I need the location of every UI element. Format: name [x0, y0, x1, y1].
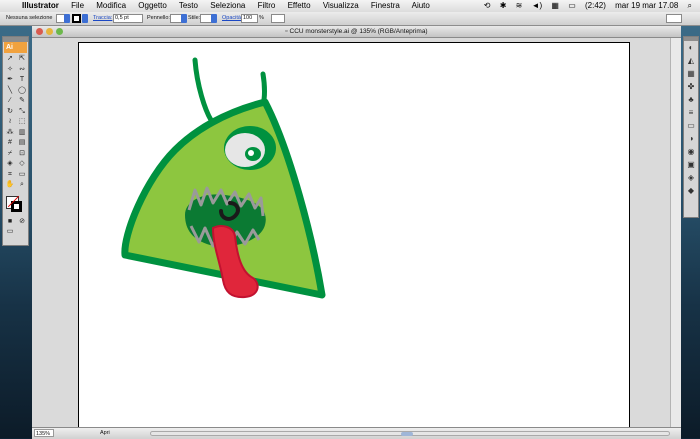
menu-finestra[interactable]: Finestra [371, 1, 400, 10]
eyedropper-tool-icon[interactable]: ⌿ [4, 149, 16, 160]
eraser-tool-icon[interactable]: ▭ [16, 170, 28, 181]
flag-icon[interactable]: ▦ [551, 1, 559, 10]
menu-oggetto[interactable]: Oggetto [138, 1, 166, 10]
paintbrush-tool-icon[interactable]: ∕ [4, 96, 16, 107]
control-bar: Nessuna selezione Traccia: 0,5 pt Pennel… [0, 12, 700, 26]
menu-filtro[interactable]: Filtro [258, 1, 276, 10]
selection-tool-icon[interactable]: ➚ [4, 54, 16, 65]
style-dropdown-icon[interactable] [211, 14, 217, 23]
status-info[interactable]: Apri [100, 428, 110, 439]
zoom-button[interactable] [56, 28, 63, 35]
minimize-button[interactable] [46, 28, 53, 35]
monster-antenna-left [192, 57, 214, 123]
zoom-level-field[interactable]: 135% [34, 429, 54, 437]
layers-panel-icon[interactable]: ◈ [684, 171, 698, 184]
scale-tool-icon[interactable]: ⤡ [16, 107, 28, 118]
ellipse-tool-icon[interactable]: ◯ [16, 86, 28, 97]
time-machine-icon[interactable]: ⟲ [484, 1, 491, 10]
opacity-field[interactable]: 100 [241, 14, 258, 23]
stroke-swatch[interactable] [72, 14, 81, 23]
monster-pupil-highlight [248, 150, 254, 156]
close-button[interactable] [36, 28, 43, 35]
fill-dropdown-icon[interactable] [64, 14, 70, 23]
line-tool-icon[interactable]: ╲ [4, 86, 16, 97]
document-status-bar: 135% Apri [32, 427, 681, 439]
appearance-panel-icon[interactable]: ◉ [684, 145, 698, 158]
vertical-scrollbar[interactable] [670, 38, 681, 427]
none-mode-icon[interactable]: ⊘ [16, 217, 28, 228]
spotlight-icon[interactable]: ⌕ [688, 1, 692, 10]
selection-status: Nessuna selezione [6, 15, 53, 21]
color-panel-icon[interactable]: ◐ [684, 41, 698, 54]
gradient-tool-icon[interactable]: ▤ [16, 138, 28, 149]
horizontal-scroll-thumb[interactable] [401, 432, 413, 436]
direct-selection-tool-icon[interactable]: ⇱ [16, 54, 28, 65]
color-mode-buttons: ■ ⊘ ▭ [3, 216, 28, 239]
artboards-panel-icon[interactable]: ◆ [684, 184, 698, 197]
ai-logo: Ai [4, 42, 27, 53]
opacity-unit: % [259, 15, 264, 21]
magic-wand-tool-icon[interactable]: ✧ [4, 65, 16, 76]
warp-tool-icon[interactable]: ≀ [4, 117, 16, 128]
right-panel-dock: ◐ ◭ ▦ ✤ ♣ ≡ ▭ ◑ ◉ ▣ ◈ ◆ [683, 36, 699, 218]
opacity-label[interactable]: Opacità: [222, 12, 242, 25]
mesh-tool-icon[interactable]: # [4, 138, 16, 149]
graphic-styles-panel-icon[interactable]: ▣ [684, 158, 698, 171]
rotate-tool-icon[interactable]: ↻ [4, 107, 16, 118]
menu-app-name[interactable]: Illustrator [22, 1, 59, 10]
menu-testo[interactable]: Testo [179, 1, 198, 10]
lasso-tool-icon[interactable]: ∾ [16, 65, 28, 76]
pen-tool-icon[interactable]: ✒ [4, 75, 16, 86]
screen-mode-icon[interactable]: ▭ [4, 227, 16, 238]
bluetooth-icon[interactable]: ✱ [500, 1, 507, 10]
gradient-panel-icon[interactable]: ▭ [684, 119, 698, 132]
type-tool-icon[interactable]: T [16, 75, 28, 86]
live-paint-selection-icon[interactable]: ◇ [16, 159, 28, 170]
pencil-tool-icon[interactable]: ✎ [16, 96, 28, 107]
blend-tool-icon[interactable]: ⊡ [16, 149, 28, 160]
brushes-panel-icon[interactable]: ✤ [684, 80, 698, 93]
stroke-weight-field[interactable]: 0,5 pt [113, 14, 143, 23]
menu-aiuto[interactable]: Aiuto [412, 1, 430, 10]
menu-effetto[interactable]: Effetto [288, 1, 311, 10]
zoom-tool-icon[interactable]: ⌕ [16, 180, 28, 191]
fill-stroke-control[interactable] [3, 194, 28, 216]
tools-grid: ➚ ⇱ ✧ ∾ ✒ T ╲ ◯ ∕ ✎ ↻ ⤡ ≀ ⬚ ⁂ ▥ # ▤ ⌿ ⊡ … [3, 53, 28, 192]
swatches-panel-icon[interactable]: ▦ [684, 67, 698, 80]
tools-panel: Ai ➚ ⇱ ✧ ∾ ✒ T ╲ ◯ ∕ ✎ ↻ ⤡ ≀ ⬚ ⁂ ▥ # ▤ ⌿… [2, 36, 29, 246]
monster-artwork[interactable] [85, 40, 345, 310]
document-titlebar: ▫ CCU monsterstyle.ai @ 135% (RGB/Antepr… [32, 26, 681, 38]
color-guide-icon[interactable]: ◭ [684, 54, 698, 67]
battery-time[interactable]: (2:42) [585, 1, 606, 10]
style-label: Stile: [188, 15, 201, 21]
stroke-panel-icon[interactable]: ≡ [684, 106, 698, 119]
stroke-dropdown-icon[interactable] [82, 14, 88, 23]
transparency-panel-icon[interactable]: ◑ [684, 132, 698, 145]
menu-modifica[interactable]: Modifica [96, 1, 126, 10]
battery-icon[interactable]: ▭ [568, 1, 576, 10]
symbol-sprayer-tool-icon[interactable]: ⁂ [4, 128, 16, 139]
clock[interactable]: mar 19 mar 17.08 [615, 1, 678, 10]
menu-list: Illustrator File Modifica Oggetto Testo … [22, 0, 440, 12]
free-transform-tool-icon[interactable]: ⬚ [16, 117, 28, 128]
brush-label: Pennello: [147, 15, 170, 21]
graph-tool-icon[interactable]: ▥ [16, 128, 28, 139]
color-mode-icon[interactable]: ■ [4, 217, 16, 228]
volume-icon[interactable]: ◄) [532, 1, 543, 10]
slice-tool-icon[interactable]: ⌗ [4, 170, 16, 181]
hand-tool-icon[interactable]: ✋ [4, 180, 16, 191]
stroke-label[interactable]: Traccia: [93, 12, 112, 25]
menu-file[interactable]: File [71, 1, 84, 10]
brush-dropdown-icon[interactable] [181, 14, 187, 23]
status-area: ⟲ ✱ ≋ ◄) ▦ ▭ (2:42) mar 19 mar 17.08 ⌕ [477, 0, 692, 12]
horizontal-scrollbar[interactable] [150, 431, 670, 436]
wifi-icon[interactable]: ≋ [516, 1, 523, 10]
symbols-panel-icon[interactable]: ♣ [684, 93, 698, 106]
menu-visualizza[interactable]: Visualizza [323, 1, 359, 10]
document-title: CCU monsterstyle.ai @ 135% (RGB/Anteprim… [289, 28, 428, 35]
workspace-button[interactable] [666, 14, 682, 23]
menu-seleziona[interactable]: Seleziona [210, 1, 245, 10]
live-paint-tool-icon[interactable]: ◈ [4, 159, 16, 170]
transform-options-button[interactable] [271, 14, 285, 23]
